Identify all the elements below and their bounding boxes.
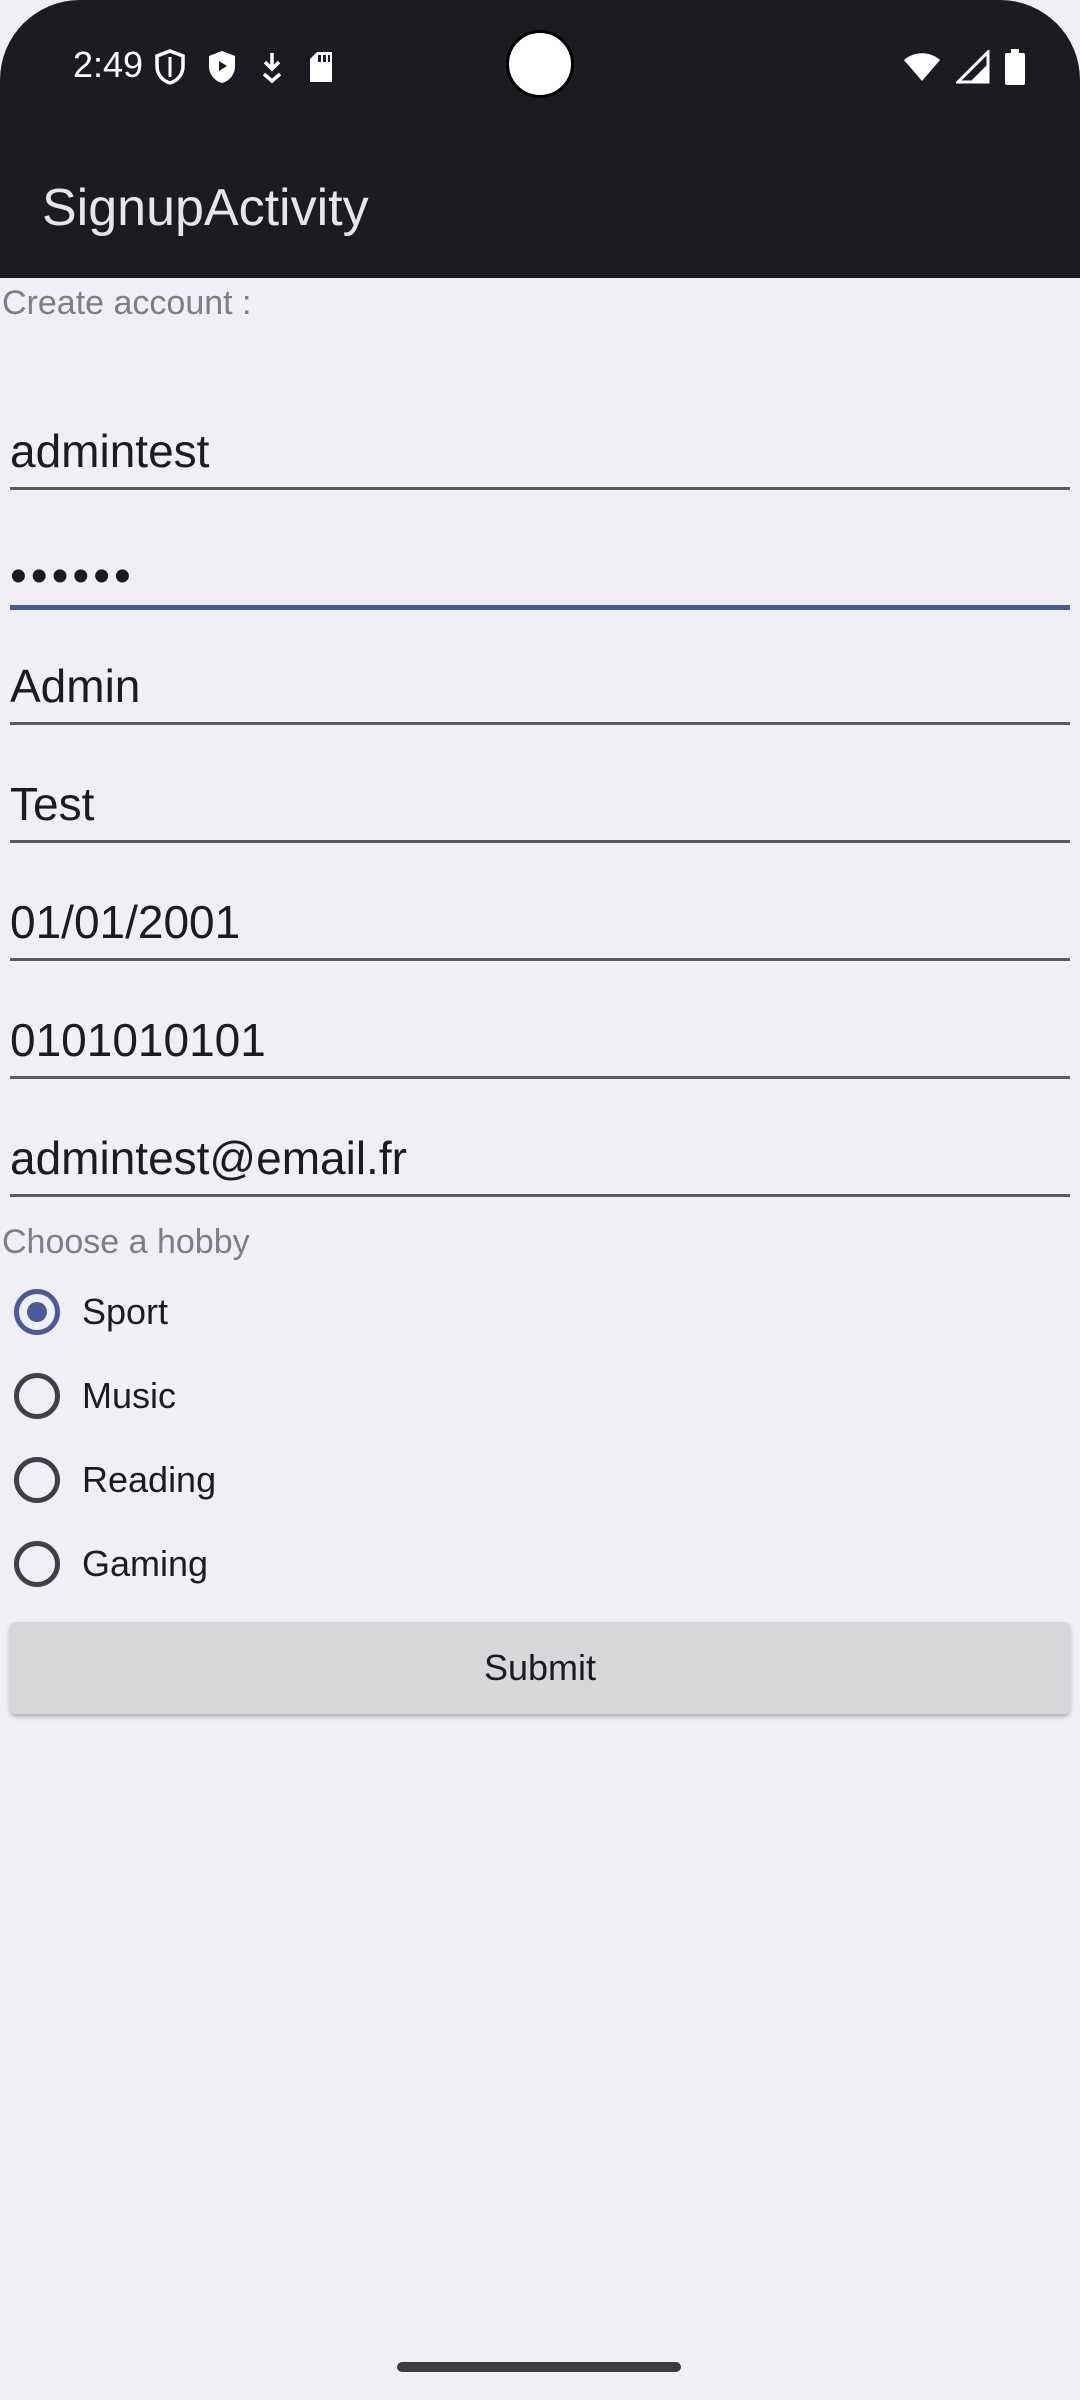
phone-value: 0101010101 xyxy=(10,1014,266,1066)
last-name-underline xyxy=(10,840,1070,843)
shield-icon xyxy=(207,49,237,85)
email-underline xyxy=(10,1194,1070,1197)
status-time: 2:49 xyxy=(73,44,144,85)
hobby-label-gaming: Gaming xyxy=(82,1543,209,1584)
submit-button[interactable]: Submit xyxy=(10,1622,1070,1714)
birth-date-underline xyxy=(10,958,1070,961)
hobby-radio-gaming[interactable]: Gaming xyxy=(14,1536,208,1592)
hobby-radio-music[interactable]: Music xyxy=(14,1368,176,1424)
camera-cutout xyxy=(506,30,574,98)
birth-date-value: 01/01/2001 xyxy=(10,896,241,948)
status-bar: 2:49 xyxy=(0,0,1080,130)
battery-icon xyxy=(1004,49,1026,85)
birth-date-field[interactable]: 01/01/2001 xyxy=(10,896,1070,961)
first-name-field[interactable]: Admin xyxy=(10,660,1070,725)
hobby-label: Choose a hobby xyxy=(2,1223,250,1261)
home-gesture-bar[interactable] xyxy=(397,2362,681,2372)
radio-checked-icon xyxy=(14,1289,60,1335)
phone-field[interactable]: 0101010101 xyxy=(10,1014,1070,1079)
password-value: •••••• xyxy=(10,550,135,603)
status-right-icons xyxy=(902,47,1026,87)
phone-screen: 2:49 SignupActivity Create account: adm… xyxy=(0,0,1080,2400)
hobby-label-sport: Sport xyxy=(82,1291,169,1332)
radio-unchecked-icon xyxy=(14,1373,60,1419)
hobby-radio-sport[interactable]: Sport xyxy=(14,1284,168,1340)
username-field[interactable]: admintest xyxy=(10,425,1070,490)
sd-card-icon xyxy=(307,50,335,84)
top-bar: 2:49 SignupActivity xyxy=(0,0,1080,278)
hobby-radio-reading[interactable]: Reading xyxy=(14,1452,216,1508)
email-field[interactable]: admintest@email.fr xyxy=(10,1132,1070,1197)
first-name-underline xyxy=(10,722,1070,725)
create-account-label: Create account : xyxy=(2,284,252,322)
radio-unchecked-icon xyxy=(14,1541,60,1587)
username-value: admintest xyxy=(10,425,210,477)
signal-icon xyxy=(956,50,990,84)
radio-unchecked-icon xyxy=(14,1457,60,1503)
wifi-icon xyxy=(902,51,942,83)
password-underline xyxy=(10,605,1070,610)
hobby-label-reading: Reading xyxy=(82,1459,217,1500)
last-name-field[interactable]: Test xyxy=(10,778,1070,843)
last-name-value: Test xyxy=(10,778,95,830)
status-left-icons xyxy=(155,47,335,87)
phone-underline xyxy=(10,1076,1070,1079)
first-name-value: Admin xyxy=(10,660,141,712)
vpn-shield-outline-icon xyxy=(155,49,185,85)
app-bar-title: SignupActivity xyxy=(42,179,369,237)
hobby-label-music: Music xyxy=(82,1375,177,1416)
username-underline xyxy=(10,487,1070,490)
password-field[interactable]: •••••• xyxy=(10,550,1070,610)
download-icon xyxy=(259,50,285,84)
email-value: admintest@email.fr xyxy=(10,1132,407,1184)
